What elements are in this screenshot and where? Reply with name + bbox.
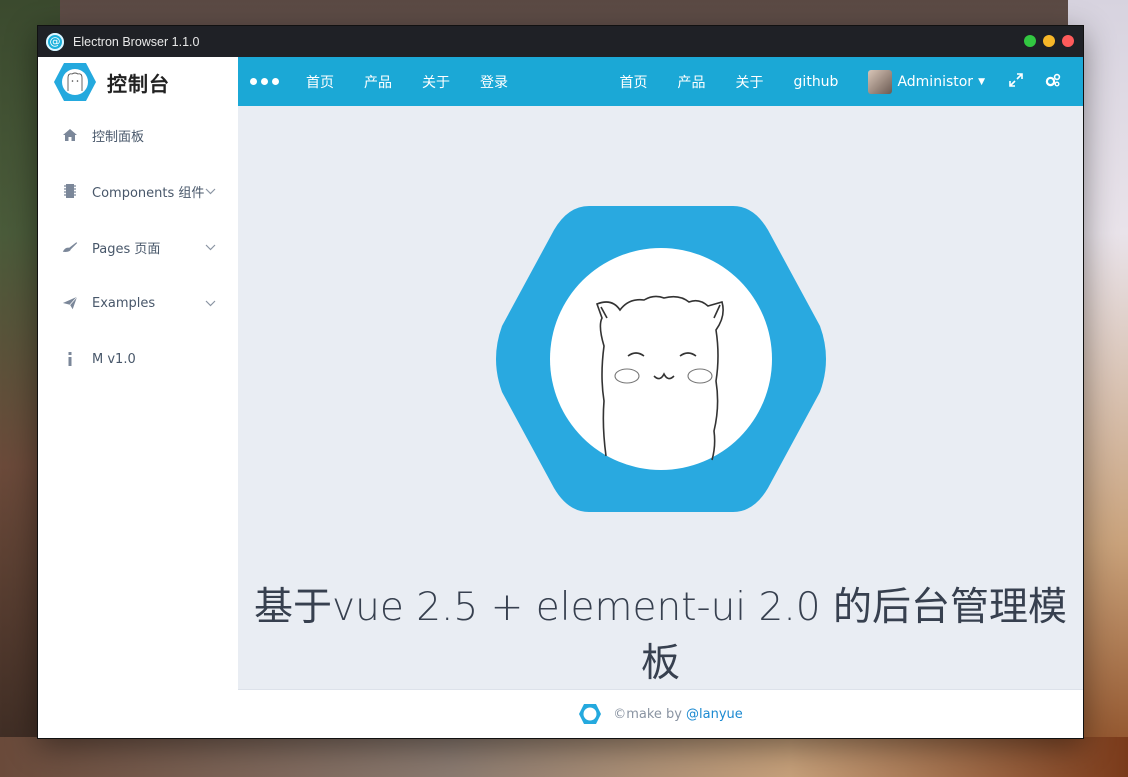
- footer-prefix: ©make by: [613, 706, 683, 722]
- nav-right-home[interactable]: 首页: [620, 72, 648, 92]
- maximize-button[interactable]: [1024, 35, 1036, 47]
- nav-link-home[interactable]: 首页: [306, 72, 334, 92]
- chip-icon: [62, 183, 78, 199]
- footer: ©make by @lanyue: [238, 689, 1083, 738]
- nav-link-about[interactable]: 关于: [422, 72, 450, 92]
- sidebar-item-dashboard[interactable]: 控制面板: [38, 107, 238, 163]
- avatar: [868, 69, 893, 94]
- more-icon[interactable]: [250, 78, 306, 85]
- sidebar-item-label: Pages 页面: [92, 241, 161, 257]
- fullscreen-icon[interactable]: [1009, 72, 1023, 91]
- info-icon: [62, 351, 78, 367]
- nav-right-products[interactable]: 产品: [678, 72, 706, 92]
- window-title: Electron Browser 1.1.0: [73, 34, 200, 49]
- sidebar-item-label: Components 组件: [92, 185, 205, 201]
- brand-logo-icon: [53, 60, 97, 104]
- app-window: @ Electron Browser 1.1.0 控制台 控制面板 Compon…: [38, 26, 1083, 738]
- nav-right-about[interactable]: 关于: [736, 72, 764, 92]
- sidebar-item-label: M v1.0: [92, 351, 136, 367]
- settings-icon[interactable]: [1045, 73, 1061, 91]
- footer-logo-icon: [578, 703, 602, 725]
- hero-logo: [494, 206, 828, 512]
- caret-down-icon: ▼: [978, 76, 985, 87]
- nav-right-github[interactable]: github: [794, 74, 839, 90]
- sidebar: 控制台 控制面板 Components 组件 Pages 页面 Examples…: [38, 57, 238, 738]
- chevron-down-icon: [205, 185, 216, 198]
- sidebar-item-examples[interactable]: Examples: [38, 275, 238, 331]
- brand[interactable]: 控制台: [38, 57, 238, 107]
- chevron-down-icon: [205, 241, 216, 254]
- close-button[interactable]: [1062, 35, 1074, 47]
- window-controls: [1024, 35, 1074, 47]
- sidebar-item-components[interactable]: Components 组件: [38, 163, 238, 219]
- minimize-button[interactable]: [1043, 35, 1055, 47]
- electron-app-icon: @: [46, 32, 64, 51]
- user-menu[interactable]: Administor ▼: [868, 69, 985, 94]
- sidebar-item-label: 控制面板: [92, 129, 145, 145]
- nav-link-login[interactable]: 登录: [480, 72, 508, 92]
- brand-title: 控制台: [107, 71, 170, 96]
- paper-plane-icon: [62, 295, 78, 311]
- sidebar-item-pages[interactable]: Pages 页面: [38, 219, 238, 275]
- home-icon: [62, 127, 78, 143]
- top-navbar: 首页 产品 关于 登录 首页 产品 关于 github Administor ▼: [238, 57, 1083, 106]
- main-content: 基于vue 2.5 + element-ui 2.0 的后台管理模板: [238, 106, 1083, 690]
- chevron-down-icon: [205, 297, 216, 310]
- sidebar-item-label: Examples: [92, 295, 156, 311]
- sidebar-item-version[interactable]: M v1.0: [38, 331, 238, 387]
- brush-icon: [62, 239, 78, 255]
- headline: 基于vue 2.5 + element-ui 2.0 的后台管理模板: [254, 585, 1067, 686]
- sidebar-menu: 控制面板 Components 组件 Pages 页面 Examples M v…: [38, 107, 238, 387]
- nav-link-products[interactable]: 产品: [364, 72, 392, 92]
- footer-author-link[interactable]: @lanyue: [686, 707, 743, 722]
- user-name: Administor: [897, 73, 974, 90]
- title-bar[interactable]: @ Electron Browser 1.1.0: [38, 26, 1083, 57]
- desktop-background-bottom: [0, 737, 1128, 777]
